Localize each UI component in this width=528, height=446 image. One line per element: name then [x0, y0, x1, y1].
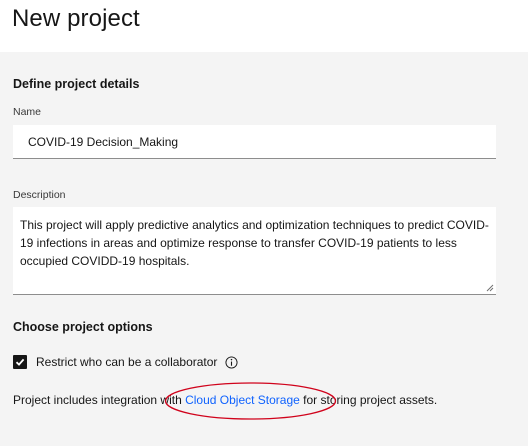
description-label: Description	[13, 189, 66, 201]
integration-text: Project includes integration with Cloud …	[13, 393, 437, 407]
integration-prefix: Project includes integration with	[13, 393, 186, 407]
cloud-object-storage-link[interactable]: Cloud Object Storage	[185, 393, 300, 407]
description-textarea[interactable]: This project will apply predictive analy…	[13, 207, 496, 295]
resize-handle-icon[interactable]	[486, 284, 494, 292]
checkmark-icon	[15, 358, 25, 366]
integration-suffix: for storing project assets.	[299, 393, 438, 407]
description-value: This project will apply predictive analy…	[20, 218, 489, 268]
restrict-collaborator-option[interactable]: Restrict who can be a collaborator	[13, 355, 238, 369]
name-input-value: COVID-19 Decision_Making	[28, 134, 179, 149]
restrict-collaborator-checkbox[interactable]	[13, 355, 27, 369]
restrict-collaborator-label: Restrict who can be a collaborator	[36, 355, 218, 369]
name-label: Name	[13, 106, 42, 118]
section-title-options: Choose project options	[13, 320, 153, 334]
name-input[interactable]: COVID-19 Decision_Making	[13, 125, 496, 159]
page-title: New project	[12, 5, 140, 32]
info-icon[interactable]	[225, 355, 238, 369]
section-title-details: Define project details	[13, 77, 140, 91]
